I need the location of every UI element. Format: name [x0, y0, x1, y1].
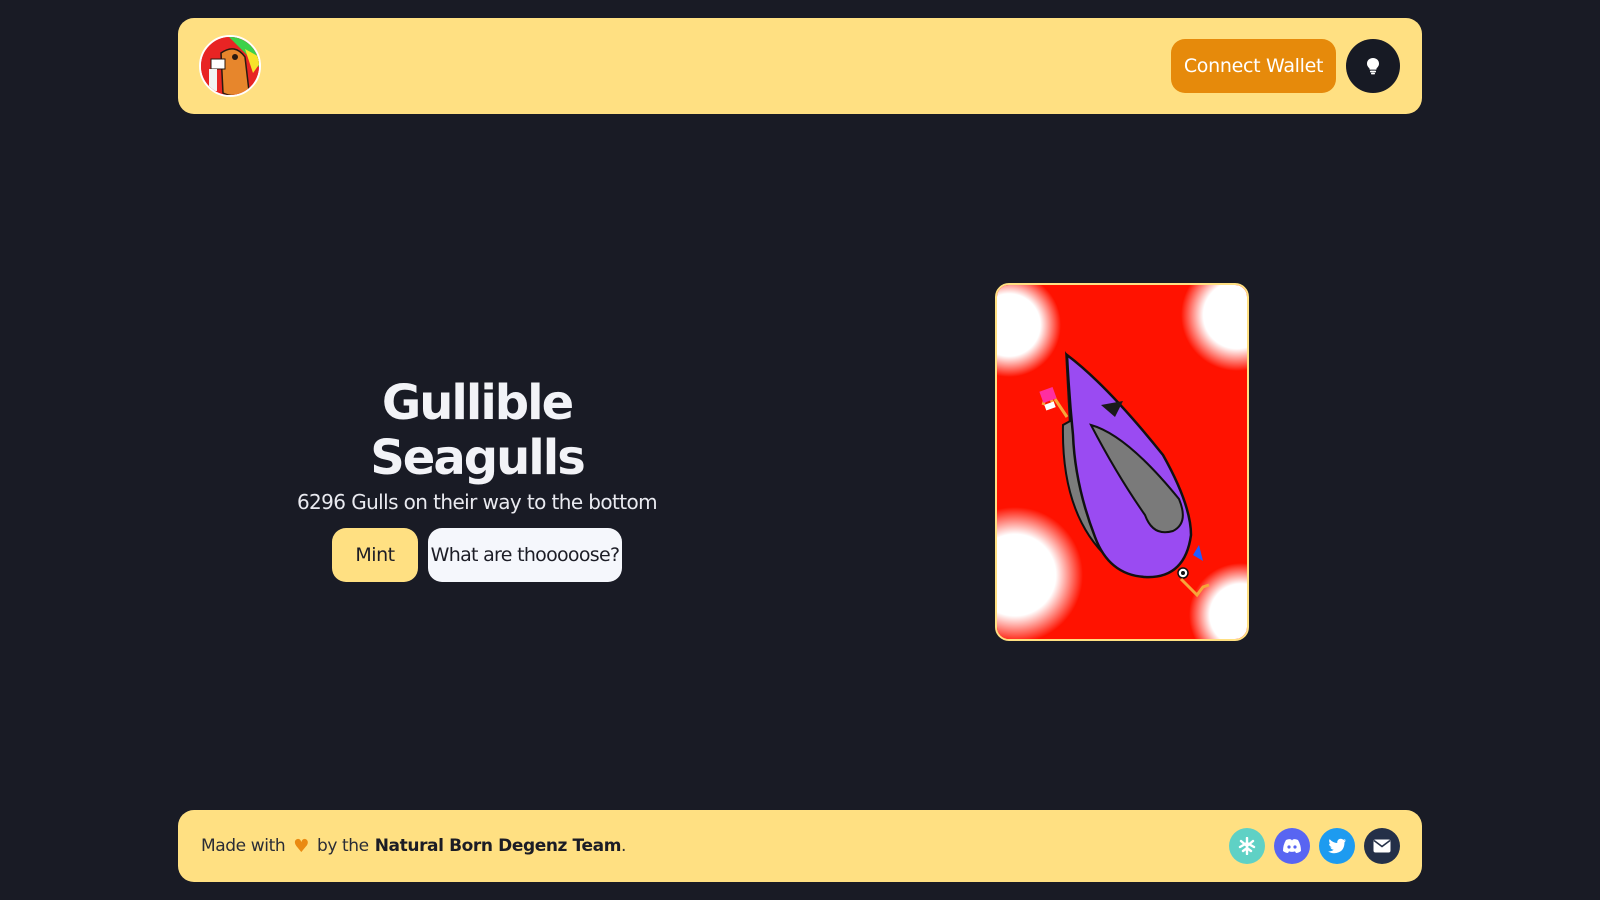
seagull-avatar-icon[interactable]	[199, 35, 261, 97]
hero-subtitle: 6296 Gulls on their way to the bottom	[296, 490, 658, 515]
footer: Made with ♥ by the Natural Born Degenz T…	[178, 810, 1422, 882]
nav-actions: Connect Wallet	[1171, 39, 1400, 93]
social-links	[1229, 828, 1400, 864]
twitter-button[interactable]	[1319, 828, 1355, 864]
lightbulb-icon	[1367, 58, 1379, 75]
hero-section: Gullible Seagulls 6296 Gulls on their wa…	[296, 375, 658, 583]
page-title: Gullible Seagulls	[370, 375, 586, 487]
footer-made-with: Made with	[201, 836, 286, 856]
linktree-button[interactable]	[1229, 828, 1265, 864]
footer-credit: Made with ♥ by the Natural Born Degenz T…	[201, 836, 626, 857]
mail-icon	[1373, 839, 1391, 853]
footer-by-the: by the	[316, 836, 369, 856]
mint-button[interactable]: Mint	[332, 528, 418, 583]
linktree-icon	[1238, 837, 1256, 855]
mail-button[interactable]	[1364, 828, 1400, 864]
twitter-icon	[1328, 838, 1346, 854]
seagull-nft-image	[997, 285, 1247, 639]
hero-buttons: Mint What are thooooose?	[296, 528, 658, 583]
navbar: Connect Wallet	[178, 18, 1422, 114]
heart-icon: ♥	[293, 835, 309, 857]
footer-period: .	[621, 836, 627, 856]
what-are-those-button[interactable]: What are thooooose?	[428, 528, 622, 583]
theme-toggle-button[interactable]	[1346, 39, 1400, 93]
nft-preview-card	[995, 283, 1249, 641]
team-link[interactable]: Natural Born Degenz Team	[375, 836, 622, 856]
discord-button[interactable]	[1274, 828, 1310, 864]
connect-wallet-button[interactable]: Connect Wallet	[1171, 39, 1336, 93]
discord-icon	[1283, 839, 1301, 853]
